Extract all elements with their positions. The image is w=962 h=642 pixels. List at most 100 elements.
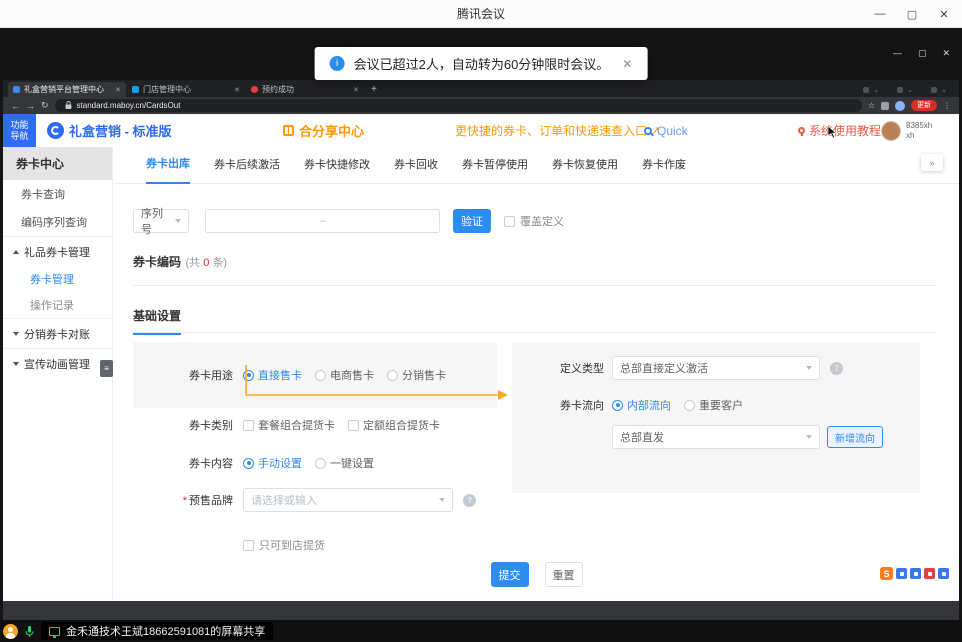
sidebar-item-code-serial-query[interactable]: 编码序列查询 bbox=[3, 208, 112, 236]
browser-tab[interactable]: 门店管理中心 ✕ bbox=[127, 82, 245, 97]
shared-close-icon[interactable]: ✕ bbox=[942, 48, 950, 59]
tab-card-resume[interactable]: 券卡恢复使用 bbox=[552, 156, 618, 183]
extension-icon[interactable] bbox=[924, 568, 935, 579]
brand-select[interactable]: 请选择或输入 bbox=[243, 488, 453, 512]
sidebar-item-card-management[interactable]: 券卡管理 bbox=[3, 266, 112, 292]
serial-type-select[interactable]: 序列号 bbox=[133, 209, 189, 233]
microphone-icon[interactable] bbox=[23, 625, 36, 638]
extension-icon[interactable] bbox=[938, 568, 949, 579]
back-icon[interactable]: ← bbox=[11, 101, 20, 111]
quick-entry-link[interactable]: 更快捷的券卡、订单和快递速查入口 ↗ bbox=[455, 114, 660, 147]
favicon-icon bbox=[132, 86, 139, 93]
address-bar[interactable]: standard.maboy.cn/CardsOut bbox=[55, 99, 862, 112]
card-content-row: 券卡内容 手动设置 一键设置 bbox=[133, 455, 387, 471]
chevron-down-icon bbox=[439, 498, 445, 502]
extension-icon[interactable] bbox=[910, 568, 921, 579]
define-type-select[interactable]: 总部直接定义激活 bbox=[612, 356, 820, 380]
flow-target-select[interactable]: 总部直发 bbox=[612, 425, 820, 449]
sidebar-group-promo-animation[interactable]: 宣传动画管理 bbox=[3, 348, 112, 378]
radio-icon bbox=[387, 370, 398, 381]
tab-label: 门店管理中心 bbox=[143, 84, 230, 95]
checkbox-label: 套餐组合提货卡 bbox=[258, 417, 335, 433]
favicon-icon bbox=[897, 87, 903, 93]
store-pickup-checkbox[interactable] bbox=[243, 540, 254, 551]
user-account[interactable]: 8385xh xh bbox=[881, 114, 932, 147]
tab-stub[interactable]: ⌄ bbox=[897, 86, 913, 94]
browser-menu-icon[interactable]: ⋮ bbox=[943, 101, 951, 110]
radio-direct-sale[interactable]: 直接售卡 bbox=[243, 367, 302, 383]
sidebar-collapse-handle[interactable]: ≡ bbox=[100, 360, 113, 377]
sidebar-group-gift-card-mgmt[interactable]: 礼品券卡管理 bbox=[3, 236, 112, 266]
meeting-titlebar: 腾讯会议 — ▢ ✕ bbox=[0, 0, 962, 28]
radio-distribution-sale[interactable]: 分销售卡 bbox=[387, 367, 446, 383]
extension-s-icon[interactable]: S bbox=[880, 567, 893, 580]
tab-card-suspend[interactable]: 券卡暂停使用 bbox=[462, 156, 528, 183]
radio-label: 分销售卡 bbox=[402, 367, 446, 383]
expand-panel-button[interactable]: » bbox=[921, 154, 943, 171]
close-icon[interactable]: ✕ bbox=[928, 0, 960, 28]
submit-button[interactable]: 提交 bbox=[491, 562, 529, 587]
overwrite-checkbox[interactable] bbox=[504, 216, 515, 227]
logo-icon bbox=[47, 122, 64, 139]
radio-one-click-setting[interactable]: 一键设置 bbox=[315, 455, 374, 471]
forward-icon[interactable]: → bbox=[26, 101, 35, 111]
new-tab-icon[interactable]: + bbox=[371, 84, 377, 95]
system-tutorial-link[interactable]: 系统使用教程 bbox=[798, 114, 881, 147]
favicon-icon bbox=[13, 86, 20, 93]
quick-search[interactable]: Quick bbox=[644, 114, 688, 147]
tab-card-recycle[interactable]: 券卡回收 bbox=[394, 156, 438, 183]
favicon-icon bbox=[863, 87, 869, 93]
extensions-icon[interactable] bbox=[881, 102, 889, 110]
radio-ecommerce-sale[interactable]: 电商售卡 bbox=[315, 367, 374, 383]
tab-close-icon[interactable]: ✕ bbox=[353, 86, 359, 94]
checkbox-fixed-combo-pickup-card[interactable]: 定额组合提货卡 bbox=[348, 417, 440, 433]
add-flow-button[interactable]: 新增流向 bbox=[827, 426, 883, 448]
serial-range-input[interactable]: – bbox=[205, 209, 440, 233]
tab-card-activate[interactable]: 券卡后续激活 bbox=[214, 156, 280, 183]
serial-select-value: 序列号 bbox=[141, 205, 170, 237]
sidebar-item-operation-log[interactable]: 操作记录 bbox=[3, 292, 112, 318]
toast-close-icon[interactable]: ✕ bbox=[622, 57, 632, 71]
web-page: 功能 导航 礼盒营销 - 标准版 合分享中心 更快捷的券卡、订单和快递速查入口 … bbox=[3, 114, 959, 601]
settings-tabbar: 基础设置 bbox=[133, 307, 937, 333]
nav-toggle-line1: 功能 bbox=[10, 120, 28, 131]
update-badge[interactable]: 更新 bbox=[911, 100, 937, 111]
browser-tab[interactable]: 预约成功 ✕ bbox=[246, 82, 364, 97]
checkbox-combo-pickup-card[interactable]: 套餐组合提货卡 bbox=[243, 417, 335, 433]
verify-button[interactable]: 验证 bbox=[453, 209, 491, 233]
extension-icon[interactable] bbox=[896, 568, 907, 579]
tab-stub[interactable]: ⌄ bbox=[863, 86, 879, 94]
radio-manual-setting[interactable]: 手动设置 bbox=[243, 455, 302, 471]
shared-minimize-icon[interactable]: — bbox=[893, 48, 902, 59]
tab-stub[interactable]: ⌄ bbox=[931, 86, 947, 94]
quick-search-label: Quick bbox=[657, 124, 688, 138]
browser-tab-active[interactable]: 礼盒营销平台管理中心 ✕ bbox=[8, 82, 126, 97]
help-icon[interactable]: ? bbox=[463, 494, 476, 507]
tab-card-outbound[interactable]: 券卡出库 bbox=[146, 155, 190, 184]
shared-maximize-icon[interactable]: ▢ bbox=[918, 48, 927, 59]
quick-entry-label: 更快捷的券卡、订单和快递速查入口 bbox=[455, 122, 647, 139]
function-nav-button[interactable]: 功能 导航 bbox=[3, 114, 36, 147]
bookmark-star-icon[interactable]: ☆ bbox=[868, 101, 875, 110]
card-usage-row: 券卡用途 直接售卡 电商售卡 分销售卡 bbox=[133, 342, 497, 408]
toolbar-right-icons: ☆ 更新 ⋮ bbox=[868, 100, 951, 111]
share-center-link[interactable]: 合分享中心 bbox=[283, 114, 364, 147]
share-center-label: 合分享中心 bbox=[299, 121, 364, 140]
maximize-icon[interactable]: ▢ bbox=[896, 0, 928, 28]
reset-button[interactable]: 重置 bbox=[545, 562, 583, 587]
browser-profile-icon[interactable] bbox=[895, 101, 905, 111]
sidebar-group-distribution-account[interactable]: 分销券卡对账 bbox=[3, 318, 112, 348]
sidebar-item-card-query[interactable]: 券卡查询 bbox=[3, 180, 112, 208]
tab-close-icon[interactable]: ✕ bbox=[115, 86, 121, 94]
reload-icon[interactable]: ↻ bbox=[41, 100, 49, 111]
sidebar-group-label: 分销券卡对账 bbox=[24, 326, 90, 342]
tab-card-quick-edit[interactable]: 券卡快捷修改 bbox=[304, 156, 370, 183]
help-icon[interactable]: ? bbox=[830, 362, 843, 375]
user-name-line1: 8385xh bbox=[906, 121, 932, 130]
tab-card-void[interactable]: 券卡作废 bbox=[642, 156, 686, 183]
radio-internal-flow[interactable]: 内部流向 bbox=[612, 397, 671, 413]
radio-important-customer[interactable]: 重要客户 bbox=[684, 397, 743, 413]
minimize-icon[interactable]: — bbox=[864, 0, 896, 28]
tab-basic-settings[interactable]: 基础设置 bbox=[133, 307, 181, 335]
tab-close-icon[interactable]: ✕ bbox=[234, 86, 240, 94]
